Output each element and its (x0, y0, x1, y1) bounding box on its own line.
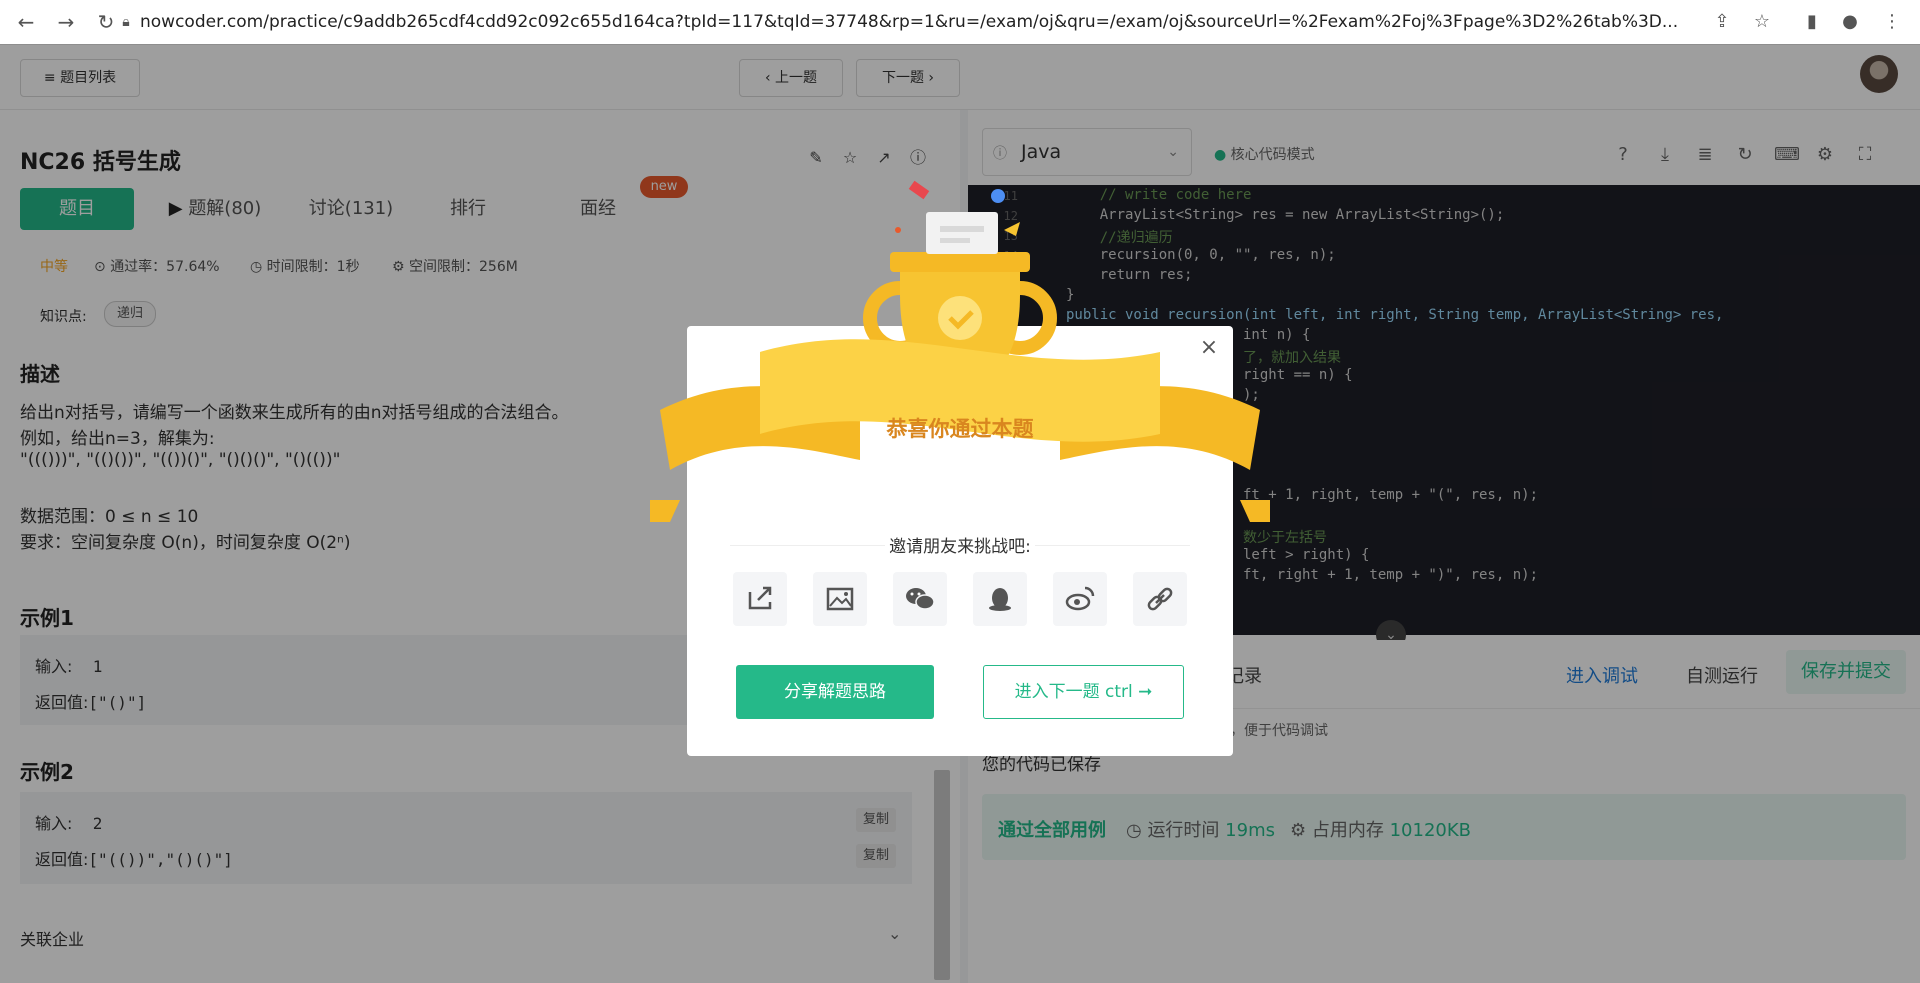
browser-toolbar: ← → ↻ 🔒︎ nowcoder.com/practice/c9addb265… (0, 0, 1920, 45)
forward-icon[interactable]: → (54, 10, 78, 34)
profile-icon[interactable]: ● (1838, 10, 1862, 34)
back-icon[interactable]: ← (14, 10, 38, 34)
share-icon[interactable] (733, 572, 787, 626)
lock-icon: 🔒︎ (122, 14, 130, 30)
arrow-right-icon: ➞ (1138, 682, 1153, 702)
share-solution-button[interactable]: 分享解题思路 (736, 665, 934, 719)
qq-icon[interactable] (973, 572, 1027, 626)
close-icon[interactable]: × (1198, 337, 1220, 359)
image-icon[interactable] (813, 572, 867, 626)
bookmark-star-icon[interactable]: ☆ (1750, 10, 1774, 34)
next-question-button[interactable]: 进入下一题 ctrl ➞ (983, 665, 1184, 719)
invite-text: 邀请朋友来挑战吧: (730, 532, 1190, 557)
sidepanel-icon[interactable]: ▮ (1800, 10, 1824, 34)
browser-menu-icon[interactable]: ⋮ (1880, 10, 1904, 34)
congrats-text: 恭喜你通过本题 (886, 417, 1034, 441)
share-page-icon[interactable]: ⇪ (1710, 10, 1734, 34)
wechat-icon[interactable] (893, 572, 947, 626)
weibo-icon[interactable] (1053, 572, 1107, 626)
link-icon[interactable] (1133, 572, 1187, 626)
address-bar[interactable]: nowcoder.com/practice/c9addb265cdf4cdd92… (140, 12, 1690, 32)
